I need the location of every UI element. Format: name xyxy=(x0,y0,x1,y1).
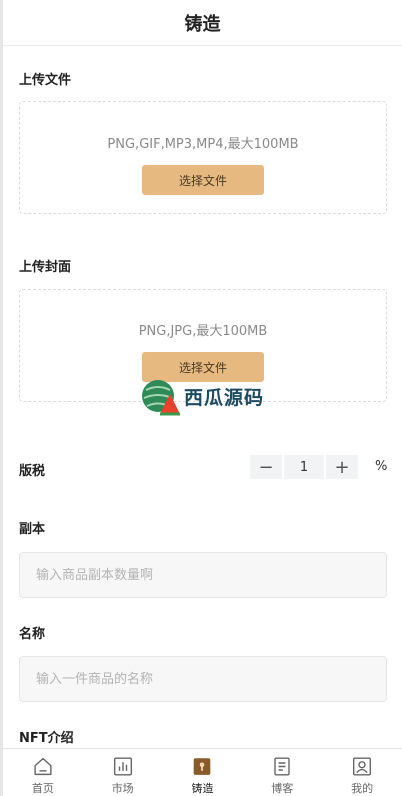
upload-file-hint: PNG,GIF,MP3,MP4,最大100MB xyxy=(107,137,299,152)
royalty-unit: % xyxy=(375,459,388,474)
royalty-stepper: − 1 + xyxy=(250,455,358,479)
blog-document-icon xyxy=(274,757,290,776)
name-label: 名称 xyxy=(19,627,46,642)
page-header: 铸造 xyxy=(3,0,402,46)
app-frame: 铸造 上传文件 PNG,GIF,MP3,MP4,最大100MB 选择文件 上传封… xyxy=(0,0,402,796)
profile-icon xyxy=(353,757,372,776)
decrement-button[interactable]: − xyxy=(250,455,282,479)
mint-icon xyxy=(194,758,211,775)
tab-home[interactable]: 首页 xyxy=(3,749,83,796)
upload-cover-hint: PNG,JPG,最大100MB xyxy=(138,324,268,339)
watermark: 西瓜源码 xyxy=(140,376,264,416)
tab-label: 铸造 xyxy=(191,782,214,795)
page-title: 铸造 xyxy=(184,13,221,35)
copies-label: 副本 xyxy=(19,522,46,537)
name-input[interactable] xyxy=(19,656,387,702)
royalty-value[interactable]: 1 xyxy=(284,455,324,479)
upload-file-title: 上传文件 xyxy=(19,73,72,88)
royalty-label: 版税 xyxy=(19,464,46,479)
watermark-text: 西瓜源码 xyxy=(184,386,265,409)
tab-label: 我的 xyxy=(351,782,374,795)
tab-mint[interactable]: 铸造 xyxy=(163,749,243,796)
tab-label: 市场 xyxy=(111,782,134,795)
tab-label: 博客 xyxy=(271,782,294,795)
nft-intro-label: NFT介绍 xyxy=(19,731,74,746)
upload-cover-title: 上传封面 xyxy=(19,260,72,275)
upload-file-dropzone[interactable]: PNG,GIF,MP3,MP4,最大100MB 选择文件 xyxy=(19,101,387,214)
choose-file-button[interactable]: 选择文件 xyxy=(142,165,264,195)
tab-market[interactable]: 市场 xyxy=(83,749,163,796)
copies-input[interactable] xyxy=(19,552,387,598)
watermelon-logo-icon xyxy=(142,380,180,416)
tab-blog[interactable]: 博客 xyxy=(242,749,322,796)
increment-button[interactable]: + xyxy=(326,455,358,479)
market-chart-icon xyxy=(113,757,132,776)
tab-profile[interactable]: 我的 xyxy=(322,749,402,796)
tab-label: 首页 xyxy=(31,782,54,795)
bottom-tab-bar: 首页 市场 铸造 博客 我的 xyxy=(3,748,402,796)
home-icon xyxy=(34,757,52,776)
